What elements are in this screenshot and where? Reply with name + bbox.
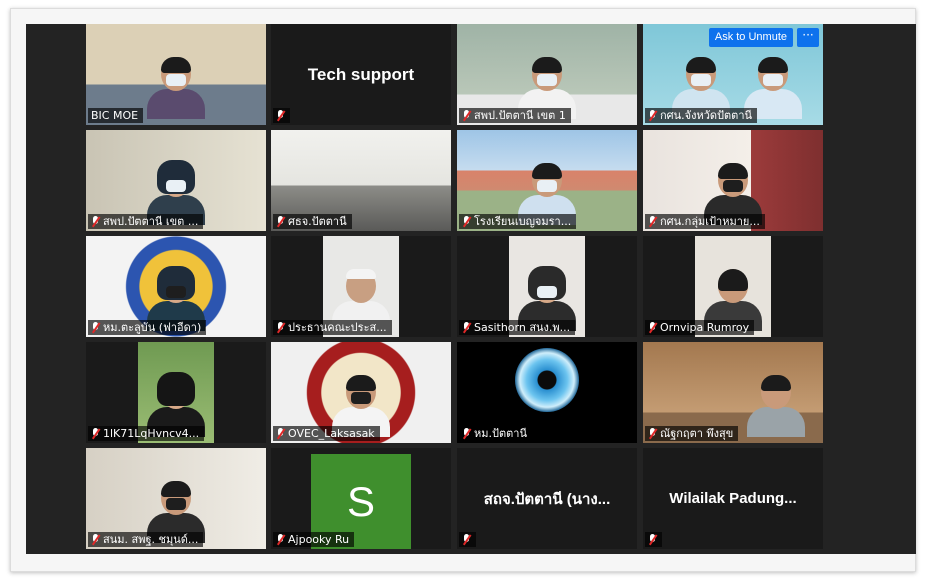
muted-mic-icon bbox=[276, 534, 285, 545]
participant-tile[interactable]: Ornvipa Rumroy bbox=[643, 236, 823, 337]
participant-name-tag: OVEC_Laksasak bbox=[273, 426, 380, 441]
participant-display-name: Tech support bbox=[307, 64, 415, 84]
muted-mic-icon bbox=[648, 216, 657, 227]
muted-mic-icon bbox=[462, 110, 471, 121]
participant-display-name: สถจ.ปัตตานี (นาง... bbox=[483, 490, 611, 508]
participant-tile[interactable]: หม.ตะลูบัน (ฟาอีดา) bbox=[86, 236, 266, 337]
participant-tile[interactable]: S Ajpooky Ru bbox=[271, 448, 451, 549]
muted-mic-icon bbox=[276, 428, 285, 439]
participant-name: BIC MOE bbox=[91, 109, 139, 122]
more-options-button[interactable]: ··· bbox=[797, 28, 819, 47]
participant-name-tag bbox=[645, 532, 662, 547]
muted-mic-icon bbox=[91, 216, 100, 227]
participant-name-tag: ณัฐกฤตา พึงสุข bbox=[645, 426, 739, 441]
participant-tile[interactable]: หม.ปัตตานี bbox=[457, 342, 637, 443]
participant-name-tag: กศน.กลุ่มเป้าหมาย... bbox=[645, 214, 765, 229]
muted-mic-icon bbox=[462, 216, 471, 227]
participant-name-tag: โรงเรียนเบญจมรา... bbox=[459, 214, 577, 229]
participant-name-tag: หม.ปัตตานี bbox=[459, 426, 532, 441]
participant-name: ศธจ.ปัตตานี bbox=[288, 215, 347, 228]
participant-name: ประธานคณะประส... bbox=[288, 321, 387, 334]
participant-name-tag: สพป.ปัตตานี เขต 1 bbox=[459, 108, 571, 123]
participant-tile[interactable]: OVEC_Laksasak bbox=[271, 342, 451, 443]
muted-mic-icon bbox=[648, 322, 657, 333]
webcam-logo-icon bbox=[515, 348, 579, 412]
participant-tile[interactable]: ประธานคณะประส... bbox=[271, 236, 451, 337]
participant-name-tag: Sasithorn สนง.พ... bbox=[459, 320, 576, 335]
participant-display-name: Wilailak Padung... bbox=[669, 490, 797, 507]
participant-name-tag: Ajpooky Ru bbox=[273, 532, 355, 547]
participant-name: หม.ปัตตานี bbox=[474, 427, 527, 440]
participant-tile[interactable]: Wilailak Padung... bbox=[643, 448, 823, 549]
participant-tile[interactable]: Sasithorn สนง.พ... bbox=[457, 236, 637, 337]
participant-tile[interactable]: สนม. สพฐ. ชมุนด์... bbox=[86, 448, 266, 549]
participant-name: 1lK71LqHvncv4... bbox=[103, 427, 200, 440]
participant-name-tag: Ornvipa Rumroy bbox=[645, 320, 755, 335]
participant-name: สพป.ปัตตานี เขต ... bbox=[103, 215, 199, 228]
participant-name-tag: สพป.ปัตตานี เขต ... bbox=[88, 214, 204, 229]
participant-name: Ajpooky Ru bbox=[288, 533, 350, 546]
participant-tile[interactable]: โรงเรียนเบญจมรา... bbox=[457, 130, 637, 231]
participant-tile[interactable]: สพป.ปัตตานี เขต 1 bbox=[457, 24, 637, 125]
participant-tile[interactable]: Ask to Unmute ··· กศน.จังหวัดปัตตานี bbox=[643, 24, 823, 125]
muted-mic-icon bbox=[648, 110, 657, 121]
participant-name: Ornvipa Rumroy bbox=[660, 321, 750, 334]
participant-tile[interactable]: สถจ.ปัตตานี (นาง... bbox=[457, 448, 637, 549]
participant-figure bbox=[147, 57, 205, 119]
participant-tile[interactable]: ศธจ.ปัตตานี bbox=[271, 130, 451, 231]
muted-mic-icon bbox=[91, 322, 100, 333]
muted-mic-icon bbox=[91, 428, 100, 439]
participant-tile[interactable]: 1lK71LqHvncv4... bbox=[86, 342, 266, 443]
participant-name: สพป.ปัตตานี เขต 1 bbox=[474, 109, 566, 122]
participant-tile-tech-support[interactable]: Tech support bbox=[271, 24, 451, 125]
participant-name: หม.ตะลูบัน (ฟาอีดา) bbox=[103, 321, 202, 334]
participant-name-tag: สนม. สพฐ. ชมุนด์... bbox=[88, 532, 204, 547]
participant-name-tag: ประธานคณะประส... bbox=[273, 320, 392, 335]
muted-mic-icon bbox=[91, 534, 100, 545]
ask-to-unmute-button[interactable]: Ask to Unmute bbox=[708, 28, 793, 47]
muted-mic-icon bbox=[276, 322, 285, 333]
muted-mic-icon bbox=[462, 428, 471, 439]
participant-tile[interactable]: ณัฐกฤตา พึงสุข bbox=[643, 342, 823, 443]
participant-name-tag: 1lK71LqHvncv4... bbox=[88, 426, 205, 441]
participant-figure bbox=[747, 375, 806, 437]
participant-name-tag: ศธจ.ปัตตานี bbox=[273, 214, 352, 229]
participant-name: Sasithorn สนง.พ... bbox=[474, 321, 571, 334]
participant-name: กศน.กลุ่มเป้าหมาย... bbox=[660, 215, 760, 228]
participant-tile[interactable]: กศน.กลุ่มเป้าหมาย... bbox=[643, 130, 823, 231]
muted-mic-icon bbox=[276, 110, 285, 121]
muted-mic-icon bbox=[462, 534, 471, 545]
participant-name-tag: BIC MOE bbox=[88, 108, 144, 123]
participant-name: กศน.จังหวัดปัตตานี bbox=[660, 109, 753, 122]
participant-name: ณัฐกฤตา พึงสุข bbox=[660, 427, 734, 440]
muted-mic-icon bbox=[648, 534, 657, 545]
muted-mic-icon bbox=[648, 428, 657, 439]
participant-name-tag: หม.ตะลูบัน (ฟาอีดา) bbox=[88, 320, 207, 335]
muted-mic-icon bbox=[462, 322, 471, 333]
gallery-view: BIC MOE Tech support สพป.ปัตตานี เขต 1 A… bbox=[26, 24, 916, 554]
participant-name: สนม. สพฐ. ชมุนด์... bbox=[103, 533, 199, 546]
participant-name: โรงเรียนเบญจมรา... bbox=[474, 215, 572, 228]
participant-name-tag: กศน.จังหวัดปัตตานี bbox=[645, 108, 758, 123]
muted-mic-icon bbox=[276, 216, 285, 227]
participant-name-tag bbox=[273, 108, 290, 123]
participant-tile[interactable]: สพป.ปัตตานี เขต ... bbox=[86, 130, 266, 231]
participant-tile-bic-moe[interactable]: BIC MOE bbox=[86, 24, 266, 125]
participant-name-tag bbox=[459, 532, 476, 547]
participant-name: OVEC_Laksasak bbox=[288, 427, 375, 440]
